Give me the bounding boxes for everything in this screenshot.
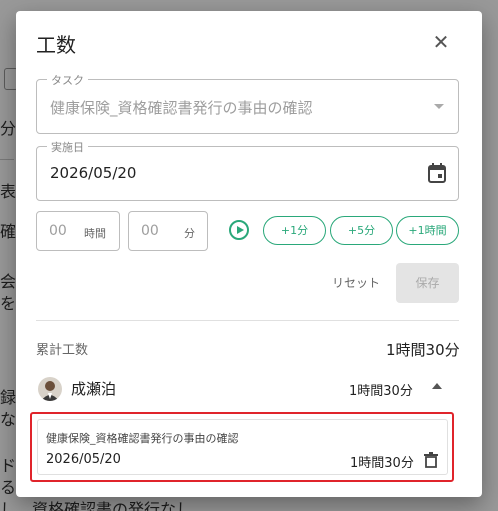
user-total: 1時間30分 <box>349 384 413 399</box>
minutes-unit: 分 <box>184 227 195 240</box>
date-label: 実施日 <box>47 139 88 155</box>
hours-value: 00 <box>49 223 67 239</box>
hours-input[interactable]: 00 時間 <box>36 211 120 251</box>
task-label: タスク <box>47 72 88 88</box>
collapse-caret-icon[interactable] <box>432 383 442 389</box>
user-avatar-icon <box>41 381 59 401</box>
avatar <box>38 377 62 401</box>
minutes-input[interactable]: 00 分 <box>128 211 208 251</box>
cumulative-label: 累計工数 <box>36 343 89 358</box>
save-button[interactable]: 保存 <box>396 263 459 303</box>
task-value: 健康保険_資格確認書発行の事由の確認 <box>50 99 313 117</box>
entry-date: 2026/05/20 <box>46 452 121 467</box>
calendar-icon[interactable] <box>428 163 446 183</box>
user-name: 成瀬泊 <box>71 380 117 398</box>
close-icon[interactable]: ✕ <box>430 31 452 53</box>
play-icon[interactable] <box>229 220 249 240</box>
hours-unit: 時間 <box>84 227 106 240</box>
cumulative-value: 1時間30分 <box>386 341 460 359</box>
entry-task: 健康保険_資格確認書発行の事由の確認 <box>46 432 239 445</box>
add-1-minute-button[interactable]: +1分 <box>263 216 326 245</box>
work-entry-card[interactable]: 健康保険_資格確認書発行の事由の確認 2026/05/20 1時間30分 <box>37 419 448 475</box>
add-1-hour-button[interactable]: +1時間 <box>396 216 459 245</box>
trash-icon[interactable] <box>424 452 438 468</box>
entry-duration: 1時間30分 <box>350 456 414 471</box>
date-field[interactable]: 実施日 2026/05/20 <box>36 139 459 201</box>
reset-button[interactable]: リセット <box>332 274 380 291</box>
section-divider <box>36 320 459 321</box>
minutes-value: 00 <box>141 223 159 239</box>
work-hours-dialog: 工数 ✕ タスク 健康保険_資格確認書発行の事由の確認 実施日 2026/05/… <box>16 11 482 497</box>
date-value: 2026/05/20 <box>50 164 137 182</box>
add-5-minutes-button[interactable]: +5分 <box>330 216 393 245</box>
dialog-title: 工数 <box>36 33 76 57</box>
task-select[interactable]: タスク 健康保険_資格確認書発行の事由の確認 <box>36 72 459 134</box>
chevron-down-icon <box>434 104 444 109</box>
